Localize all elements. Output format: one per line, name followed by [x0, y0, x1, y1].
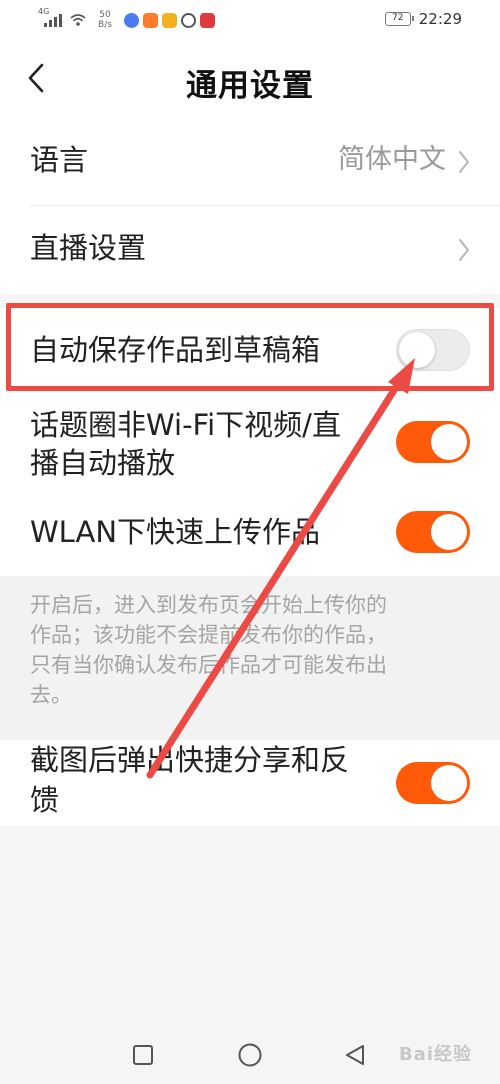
app-badge-icon	[200, 12, 215, 28]
watermark-logo: Bai经验	[398, 1044, 472, 1065]
setting-row-wlan-upload: WLAN下快速上传作品	[0, 490, 500, 576]
toggle-knob	[431, 514, 467, 550]
notification-icons	[124, 12, 215, 28]
auto-save-toggle[interactable]	[396, 329, 470, 371]
setting-row-live[interactable]: 直播设置	[0, 206, 500, 294]
setting-row-language[interactable]: 语言 简体中文	[0, 118, 500, 206]
note-line: 去。	[30, 683, 72, 707]
video-app-icon	[143, 12, 158, 28]
note-text: 开启后，进入到发布页会开始上传你的 作品；该功能不会提前发布你的作品， 只有当你…	[30, 590, 460, 710]
note-line: 只有当你确认发布后作品才可能发布出	[30, 653, 387, 677]
speed-unit: B/s	[98, 20, 112, 30]
square-icon	[133, 1045, 153, 1065]
circle-icon	[238, 1043, 262, 1067]
wlan-upload-toggle[interactable]	[396, 511, 470, 553]
setting-row-auto-save: 自动保存作品到草稿箱	[0, 308, 500, 392]
status-bar: 4G 50 B/s 72 22:29	[0, 0, 500, 38]
chevron-right-icon	[459, 151, 470, 173]
note-line: 作品；该功能不会提前发布你的作品，	[30, 623, 387, 647]
page-title: 通用设置	[186, 68, 314, 104]
note-line: 开启后，进入到发布页会开始上传你的	[30, 593, 387, 617]
screenshot-share-label-line1: 截图后弹出快捷分享和反	[30, 743, 350, 777]
speed-value: 50	[99, 10, 111, 20]
toggle-knob	[431, 424, 467, 460]
mail-app-icon	[162, 12, 177, 28]
screenshot-share-toggle[interactable]	[396, 762, 470, 804]
status-time: 22:29	[418, 10, 462, 28]
topic-autoplay-toggle[interactable]	[396, 421, 470, 463]
setting-row-topic-autoplay: 话题圈非Wi-Fi下视频/直 播自动播放	[0, 392, 500, 490]
setting-row-screenshot-share: 截图后弹出快捷分享和反 馈	[0, 740, 500, 826]
status-right: 72 22:29	[384, 10, 462, 28]
status-left: 4G 50 B/s	[38, 8, 215, 32]
recent-apps-button[interactable]	[128, 1040, 158, 1070]
back-nav-button[interactable]	[340, 1040, 370, 1070]
language-label: 语言	[30, 143, 89, 177]
screenshot-share-label-line2: 馈	[30, 783, 60, 817]
toggle-knob	[399, 332, 435, 368]
language-value: 简体中文	[338, 144, 446, 175]
topic-autoplay-label-line1: 话题圈非Wi-Fi下视频/直	[30, 408, 341, 442]
topic-autoplay-label-line2: 播自动播放	[30, 446, 176, 480]
browser-app-icon	[181, 12, 196, 28]
network-speed: 50 B/s	[96, 10, 114, 30]
wlan-upload-label: WLAN下快速上传作品	[30, 515, 321, 549]
wifi-icon	[70, 14, 86, 26]
wlan-upload-note: 开启后，进入到发布页会开始上传你的 作品；该功能不会提前发布你的作品， 只有当你…	[0, 576, 500, 740]
live-settings-label: 直播设置	[30, 231, 147, 265]
toggle-knob	[431, 765, 467, 801]
chevron-right-icon	[459, 239, 470, 261]
battery-icon: 72	[384, 12, 414, 26]
top-app-bar: 通用设置	[0, 38, 500, 118]
home-button[interactable]	[235, 1040, 265, 1070]
auto-save-label: 自动保存作品到草稿箱	[30, 333, 321, 367]
network-type: 4G	[38, 7, 50, 16]
music-app-icon	[124, 12, 139, 28]
triangle-back-icon	[346, 1045, 364, 1065]
